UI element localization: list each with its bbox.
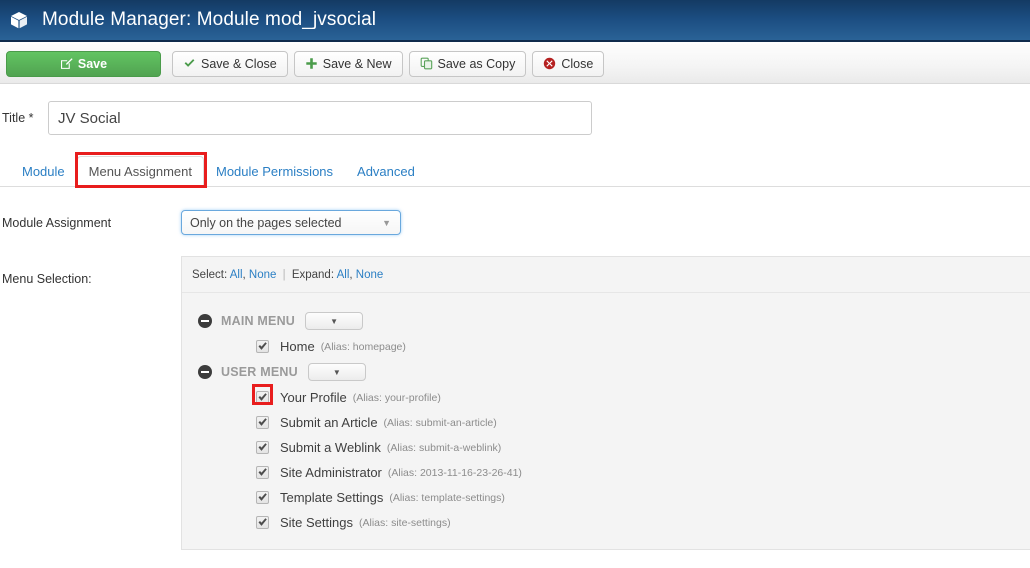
form-area: Title * Module Menu Assignment Module Pe… — [0, 84, 1030, 550]
select-none-link[interactable]: None — [249, 269, 277, 281]
chevron-down-icon: ▼ — [330, 316, 338, 326]
module-assignment-row: Module Assignment Only on the pages sele… — [0, 210, 1030, 235]
menu-item-name: Site Settings — [280, 515, 353, 530]
menu-item-your-profile: Your Profile (Alias: your-profile) — [182, 384, 1030, 410]
tab-module-permissions[interactable]: Module Permissions — [204, 156, 345, 187]
toolbar: Save Save & Close Save & New Save as Cop… — [0, 44, 1030, 84]
menu-item-alias: (Alias: 2013-11-16-23-26-41) — [387, 466, 522, 479]
menu-item-checkbox[interactable] — [256, 491, 269, 504]
menu-item-checkbox[interactable] — [256, 391, 269, 404]
tab-advanced[interactable]: Advanced — [345, 156, 427, 187]
save-as-copy-button[interactable]: Save as Copy — [408, 50, 527, 77]
menu-item-checkbox[interactable] — [256, 441, 269, 454]
menu-item-alias: (Alias: template-settings) — [389, 491, 505, 504]
menu-item-submit-an-article: Submit an Article (Alias: submit-an-arti… — [182, 410, 1030, 435]
menu-item-name: Template Settings — [280, 490, 384, 505]
menu-item-alias: (Alias: homepage) — [320, 340, 406, 353]
menu-item-name: Home — [280, 339, 315, 354]
select-all-link[interactable]: All — [230, 269, 243, 281]
menu-item-site-administrator: Site Administrator (Alias: 2013-11-16-23… — [182, 460, 1030, 485]
tab-module[interactable]: Module — [10, 156, 77, 187]
tab-bar: Module Menu Assignment Module Permission… — [0, 152, 1030, 188]
menu-item-checkbox[interactable] — [256, 516, 269, 529]
collapse-minus-icon[interactable] — [198, 365, 212, 379]
menu-group-main-menu: MAIN MENU ▼ — [182, 308, 1030, 334]
menu-group-dropdown[interactable]: ▼ — [305, 312, 364, 330]
select-text: Select: — [192, 269, 228, 281]
expand-text: Expand: — [291, 269, 335, 281]
expand-none-link[interactable]: None — [356, 269, 384, 281]
menu-group-label: USER MENU — [221, 365, 298, 379]
save-and-new-button[interactable]: Save & New — [293, 50, 403, 77]
select-comma: , — [242, 269, 246, 281]
module-assignment-label: Module Assignment — [2, 215, 112, 230]
head-separator: | — [282, 269, 286, 281]
menu-item-name: Your Profile — [280, 390, 347, 405]
module-assignment-value: Only on the pages selected — [190, 215, 342, 230]
save-and-new-label: Save & New — [322, 56, 392, 71]
menu-item-name: Site Administrator — [280, 465, 382, 480]
save-and-close-label: Save & Close — [201, 56, 277, 71]
menu-item-checkbox[interactable] — [256, 466, 269, 479]
module-assignment-select[interactable]: Only on the pages selected ▼ — [181, 210, 401, 235]
expand-comma: , — [349, 269, 353, 281]
menu-group-label: MAIN MENU — [221, 314, 296, 328]
tab-advanced-label: Advanced — [357, 164, 415, 179]
menu-item-checkbox[interactable] — [256, 416, 269, 429]
close-button-label: Close — [561, 56, 594, 71]
menu-item-template-settings: Template Settings (Alias: template-setti… — [182, 485, 1030, 510]
save-as-copy-label: Save as Copy — [437, 56, 516, 71]
menu-item-name: Submit a Weblink — [280, 440, 381, 455]
close-button[interactable]: Close — [532, 50, 605, 77]
menu-selection-toolbar: Select: All, None | Expand: All, None — [182, 257, 1030, 293]
title-field-row: Title * — [0, 84, 1030, 135]
plus-icon — [305, 57, 318, 70]
save-and-close-button[interactable]: Save & Close — [172, 50, 288, 77]
menu-tree: MAIN MENU ▼ Home (Alias: homepage) USER … — [182, 293, 1030, 549]
menu-item-name: Submit an Article — [280, 415, 378, 430]
chevron-down-icon: ▼ — [382, 217, 391, 228]
check-icon — [183, 57, 196, 70]
menu-selection-row: Menu Selection: Select: All, None | Expa… — [0, 256, 1030, 550]
page-title: Module Manager: Module mod_jvsocial — [42, 9, 377, 30]
title-label: Title * — [2, 111, 34, 125]
tab-module-permissions-label: Module Permissions — [215, 164, 334, 179]
module-cube-icon — [8, 9, 30, 31]
menu-item-alias: (Alias: submit-a-weblink) — [386, 441, 502, 454]
menu-selection-panel: Select: All, None | Expand: All, None MA… — [181, 256, 1030, 550]
tab-menu-assignment-label: Menu Assignment — [88, 164, 192, 179]
menu-item-checkbox[interactable] — [256, 340, 269, 353]
title-input[interactable] — [48, 101, 592, 135]
expand-all-link[interactable]: All — [337, 269, 350, 281]
pencil-square-icon — [60, 57, 73, 70]
menu-item-site-settings: Site Settings (Alias: site-settings) — [182, 510, 1030, 535]
menu-group-user-menu: USER MENU ▼ — [182, 359, 1030, 385]
tab-module-label: Module — [22, 164, 65, 179]
save-button-label: Save — [77, 56, 108, 71]
menu-item-submit-a-weblink: Submit a Weblink (Alias: submit-a-weblin… — [182, 435, 1030, 460]
menu-item-alias: (Alias: your-profile) — [352, 391, 441, 404]
menu-item-alias: (Alias: submit-an-article) — [383, 416, 497, 429]
menu-item-home: Home (Alias: homepage) — [182, 334, 1030, 359]
close-circle-icon — [543, 57, 556, 70]
chevron-down-icon: ▼ — [332, 367, 341, 377]
menu-selection-label: Menu Selection: — [2, 272, 92, 286]
tab-menu-assignment[interactable]: Menu Assignment — [76, 156, 204, 187]
menu-group-dropdown[interactable]: ▼ — [307, 363, 366, 381]
save-button[interactable]: Save — [6, 50, 161, 77]
collapse-minus-icon[interactable] — [198, 314, 212, 328]
copy-icon — [420, 57, 433, 70]
window-title-bar: Module Manager: Module mod_jvsocial — [0, 0, 1030, 42]
menu-item-alias: (Alias: site-settings) — [359, 516, 451, 529]
